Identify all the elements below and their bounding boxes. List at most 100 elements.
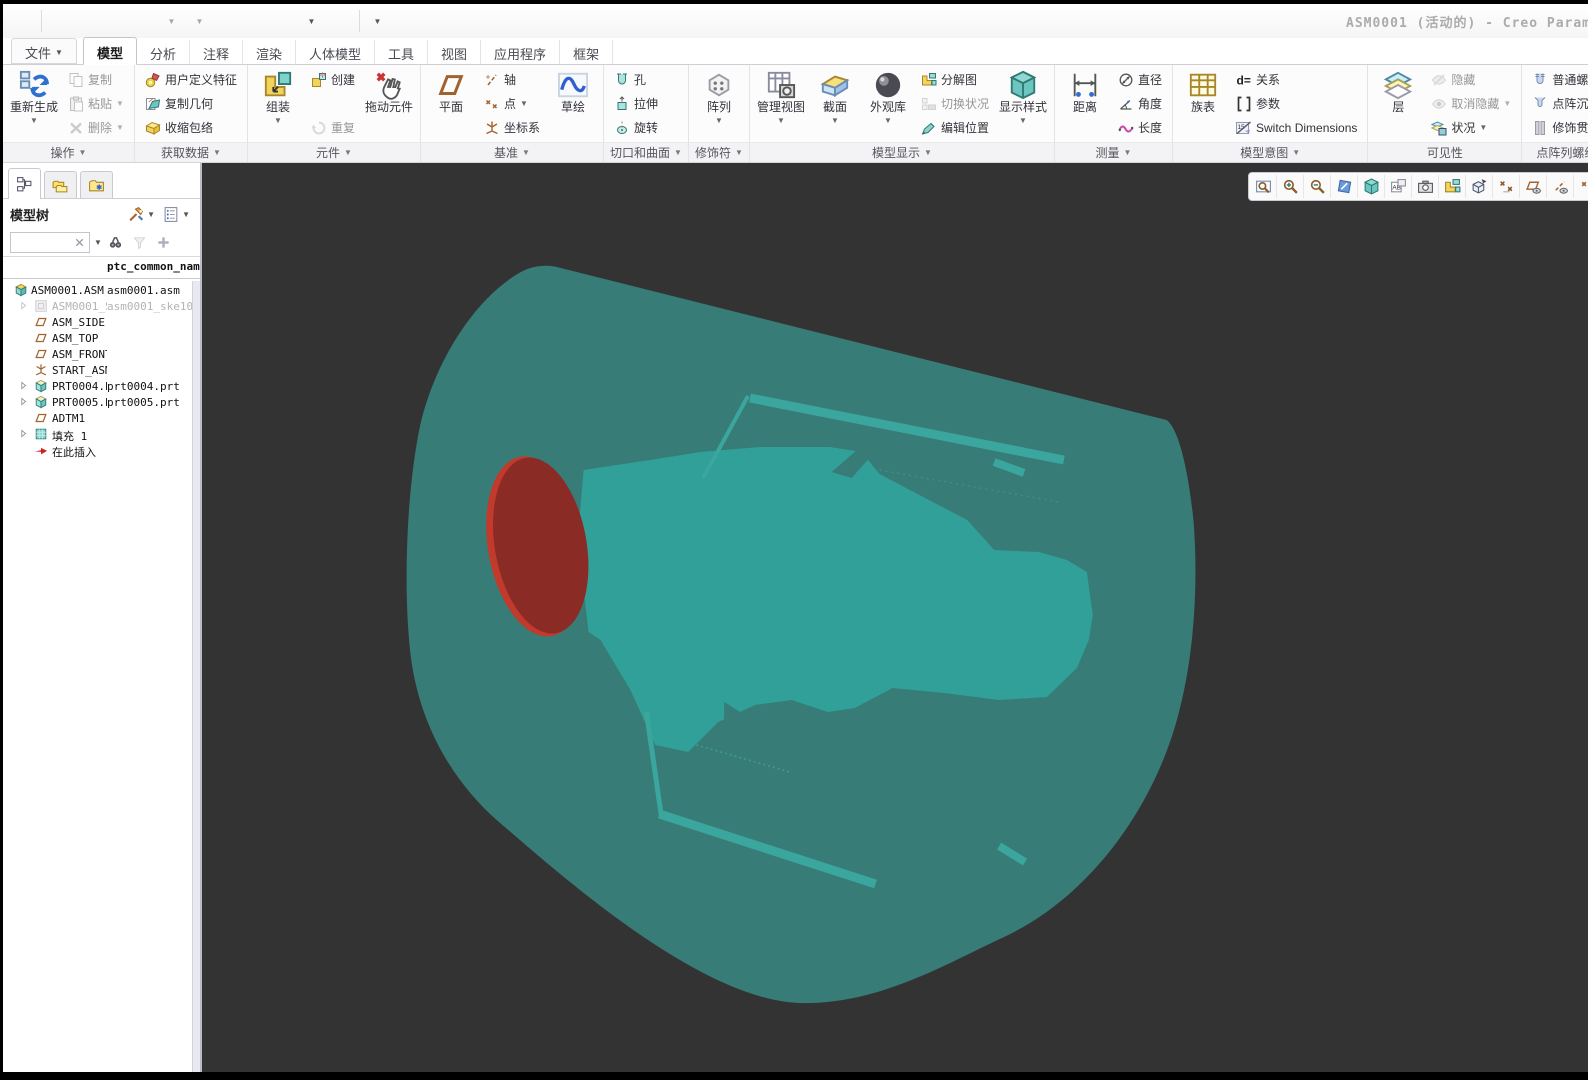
zoom-refit-button[interactable]: [1250, 175, 1277, 198]
csys-display-toggle-button[interactable]: [1493, 175, 1520, 198]
switch-state-button[interactable]: 切换状况: [916, 92, 994, 115]
parameters-button[interactable]: 参数: [1231, 92, 1362, 115]
extrude-button[interactable]: 拉伸: [609, 92, 663, 115]
new-file-button[interactable]: [47, 8, 74, 34]
length-button[interactable]: 长度: [1113, 116, 1167, 139]
manage-views-button[interactable]: 管理视图▼: [755, 67, 807, 140]
plane-display-toggle-button[interactable]: [1520, 175, 1547, 198]
expand-icon[interactable]: [18, 300, 30, 312]
regenerate-button[interactable]: 重新生成▼: [8, 67, 60, 140]
saved-orientations-button[interactable]: [1412, 175, 1439, 198]
point-display-toggle-button[interactable]: [1574, 175, 1588, 198]
model-tree-tab[interactable]: [8, 168, 41, 199]
relations-button[interactable]: d=关系: [1231, 68, 1362, 91]
exploded-button[interactable]: 分解图: [916, 68, 994, 91]
group-label-operations[interactable]: 操作▼: [3, 142, 134, 162]
view-orientation-button[interactable]: [1466, 175, 1493, 198]
expand-icon[interactable]: [18, 380, 30, 392]
plane-button[interactable]: 平面: [426, 67, 476, 140]
zoom-in-button[interactable]: [1277, 175, 1304, 198]
tree-item-ASM0001.ASM[interactable]: ASM0001.ASMasm0001.asm: [3, 282, 200, 298]
clear-search-button[interactable]: [73, 236, 86, 249]
tree-search-input[interactable]: [11, 235, 73, 250]
favorites-tab[interactable]: [80, 171, 113, 198]
angle-button[interactable]: 角度: [1113, 92, 1167, 115]
group-label-measure[interactable]: 测量▼: [1055, 142, 1172, 162]
group-label-components[interactable]: 元件▼: [248, 142, 420, 162]
tree-item-ASM0001_SKEL[interactable]: ASM0001_SKELasm0001_ske1000: [3, 298, 200, 314]
tree-item-PRT0005.PRT[interactable]: PRT0005.PRTprt0005.prt: [3, 394, 200, 410]
group-label-cuts-and-surfaces[interactable]: 切口和曲面▼: [604, 142, 688, 162]
group-label-pattern-tapped-holes[interactable]: 点阵列螺纹孔▼: [1522, 142, 1588, 162]
pattern-button[interactable]: 阵列▼: [694, 67, 744, 140]
filter-button[interactable]: [130, 233, 150, 253]
tab-人体模型[interactable]: 人体模型: [296, 40, 375, 64]
paste-button[interactable]: 粘贴▼: [63, 92, 129, 115]
sketch-button[interactable]: 草绘: [548, 67, 598, 140]
repeat-button[interactable]: 重复: [306, 116, 360, 139]
copy-geometry-button[interactable]: 复制几何: [140, 92, 242, 115]
diameter-button[interactable]: 直径: [1113, 68, 1167, 91]
tab-渲染[interactable]: 渲染: [243, 40, 296, 64]
axis-display-toggle-button[interactable]: [1547, 175, 1574, 198]
csink-hole-button[interactable]: 点阵沉头孔▼: [1527, 92, 1588, 115]
status-button[interactable]: 状况▼: [1426, 116, 1516, 139]
tree-item-ASM_TOP[interactable]: ASM_TOP: [3, 330, 200, 346]
erase-not-displayed-button[interactable]: [243, 8, 270, 34]
distance-button[interactable]: 距离: [1060, 67, 1110, 140]
graphics-area[interactable]: AB: [202, 163, 1588, 1072]
folder-browser-tab[interactable]: [44, 171, 77, 198]
delete-button[interactable]: 删除▼: [63, 116, 129, 139]
group-label-datums[interactable]: 基准▼: [421, 142, 603, 162]
tree-item-ASM_SIDE[interactable]: ASM_SIDE: [3, 314, 200, 330]
create-button[interactable]: 创建: [306, 68, 360, 91]
display-style-button[interactable]: [1358, 175, 1385, 198]
family-table-button[interactable]: 族表: [1178, 67, 1228, 140]
tree-item-填充 1[interactable]: 填充 1: [3, 426, 200, 442]
redo-button[interactable]: ▼: [187, 8, 214, 34]
switch-dimensions-button[interactable]: 15Switch Dimensions: [1231, 116, 1362, 139]
group-label-model-display[interactable]: 模型显示▼: [750, 142, 1054, 162]
assemble-button[interactable]: 组装▼: [253, 67, 303, 140]
tree-settings-button[interactable]: ▼: [160, 204, 193, 225]
layers-button[interactable]: 层: [1373, 67, 1423, 140]
group-label-visibility[interactable]: 可见性: [1368, 142, 1521, 162]
group-label-model-intent[interactable]: 模型意图▼: [1173, 142, 1367, 162]
tab-注释[interactable]: 注释: [190, 40, 243, 64]
save-button[interactable]: [103, 8, 130, 34]
unhide-button[interactable]: 取消隐藏▼: [1426, 92, 1516, 115]
open-file-button[interactable]: [75, 8, 102, 34]
tree-item-在此插入[interactable]: 在此插入: [3, 442, 200, 458]
tree-column-header[interactable]: ptc_common_name: [3, 256, 200, 279]
revolve-button[interactable]: 旋转: [609, 116, 663, 139]
embedded-window-button[interactable]: [271, 8, 298, 34]
regenerate-manager-button[interactable]: [215, 8, 242, 34]
zoom-out-button[interactable]: [1304, 175, 1331, 198]
display-style-button[interactable]: 显示样式▼: [997, 67, 1049, 140]
tree-item-ASM_FRONT[interactable]: ASM_FRONT: [3, 346, 200, 362]
open-session-button[interactable]: [327, 8, 354, 34]
edit-position-button[interactable]: 编辑位置: [916, 116, 994, 139]
appearance-button[interactable]: 外观库▼: [863, 67, 913, 140]
tab-视图[interactable]: 视图: [428, 40, 481, 64]
csys-button[interactable]: 坐标系: [479, 116, 545, 139]
point-button[interactable]: 点▼: [479, 92, 545, 115]
expand-icon[interactable]: [18, 428, 30, 440]
undo-button[interactable]: ▼: [159, 8, 186, 34]
annotation-display-button[interactable]: AB: [1385, 175, 1412, 198]
tree-filters-button[interactable]: ▼: [125, 204, 158, 225]
drag-component-button[interactable]: 拖动元件: [363, 67, 415, 140]
udf-button[interactable]: 用户定义特征: [140, 68, 242, 91]
windows-button[interactable]: ▼: [299, 8, 326, 34]
copy-button[interactable]: 复制: [63, 68, 129, 91]
add-column-button[interactable]: [154, 233, 174, 253]
repaint-button[interactable]: [1331, 175, 1358, 198]
group-label-modifiers[interactable]: 修饰符▼: [689, 142, 749, 162]
tab-框架[interactable]: 框架: [560, 40, 613, 64]
cosmetic-thru-button[interactable]: 修饰贯穿孔▼: [1527, 116, 1588, 139]
tree-item-PRT0004.PRT[interactable]: PRT0004.PRTprt0004.prt: [3, 378, 200, 394]
group-label-get-data[interactable]: 获取数据▼: [135, 142, 247, 162]
hide-button[interactable]: 隐藏: [1426, 68, 1516, 91]
exploded-view-button[interactable]: [1439, 175, 1466, 198]
tree-item-START_ASM[interactable]: START_ASM: [3, 362, 200, 378]
